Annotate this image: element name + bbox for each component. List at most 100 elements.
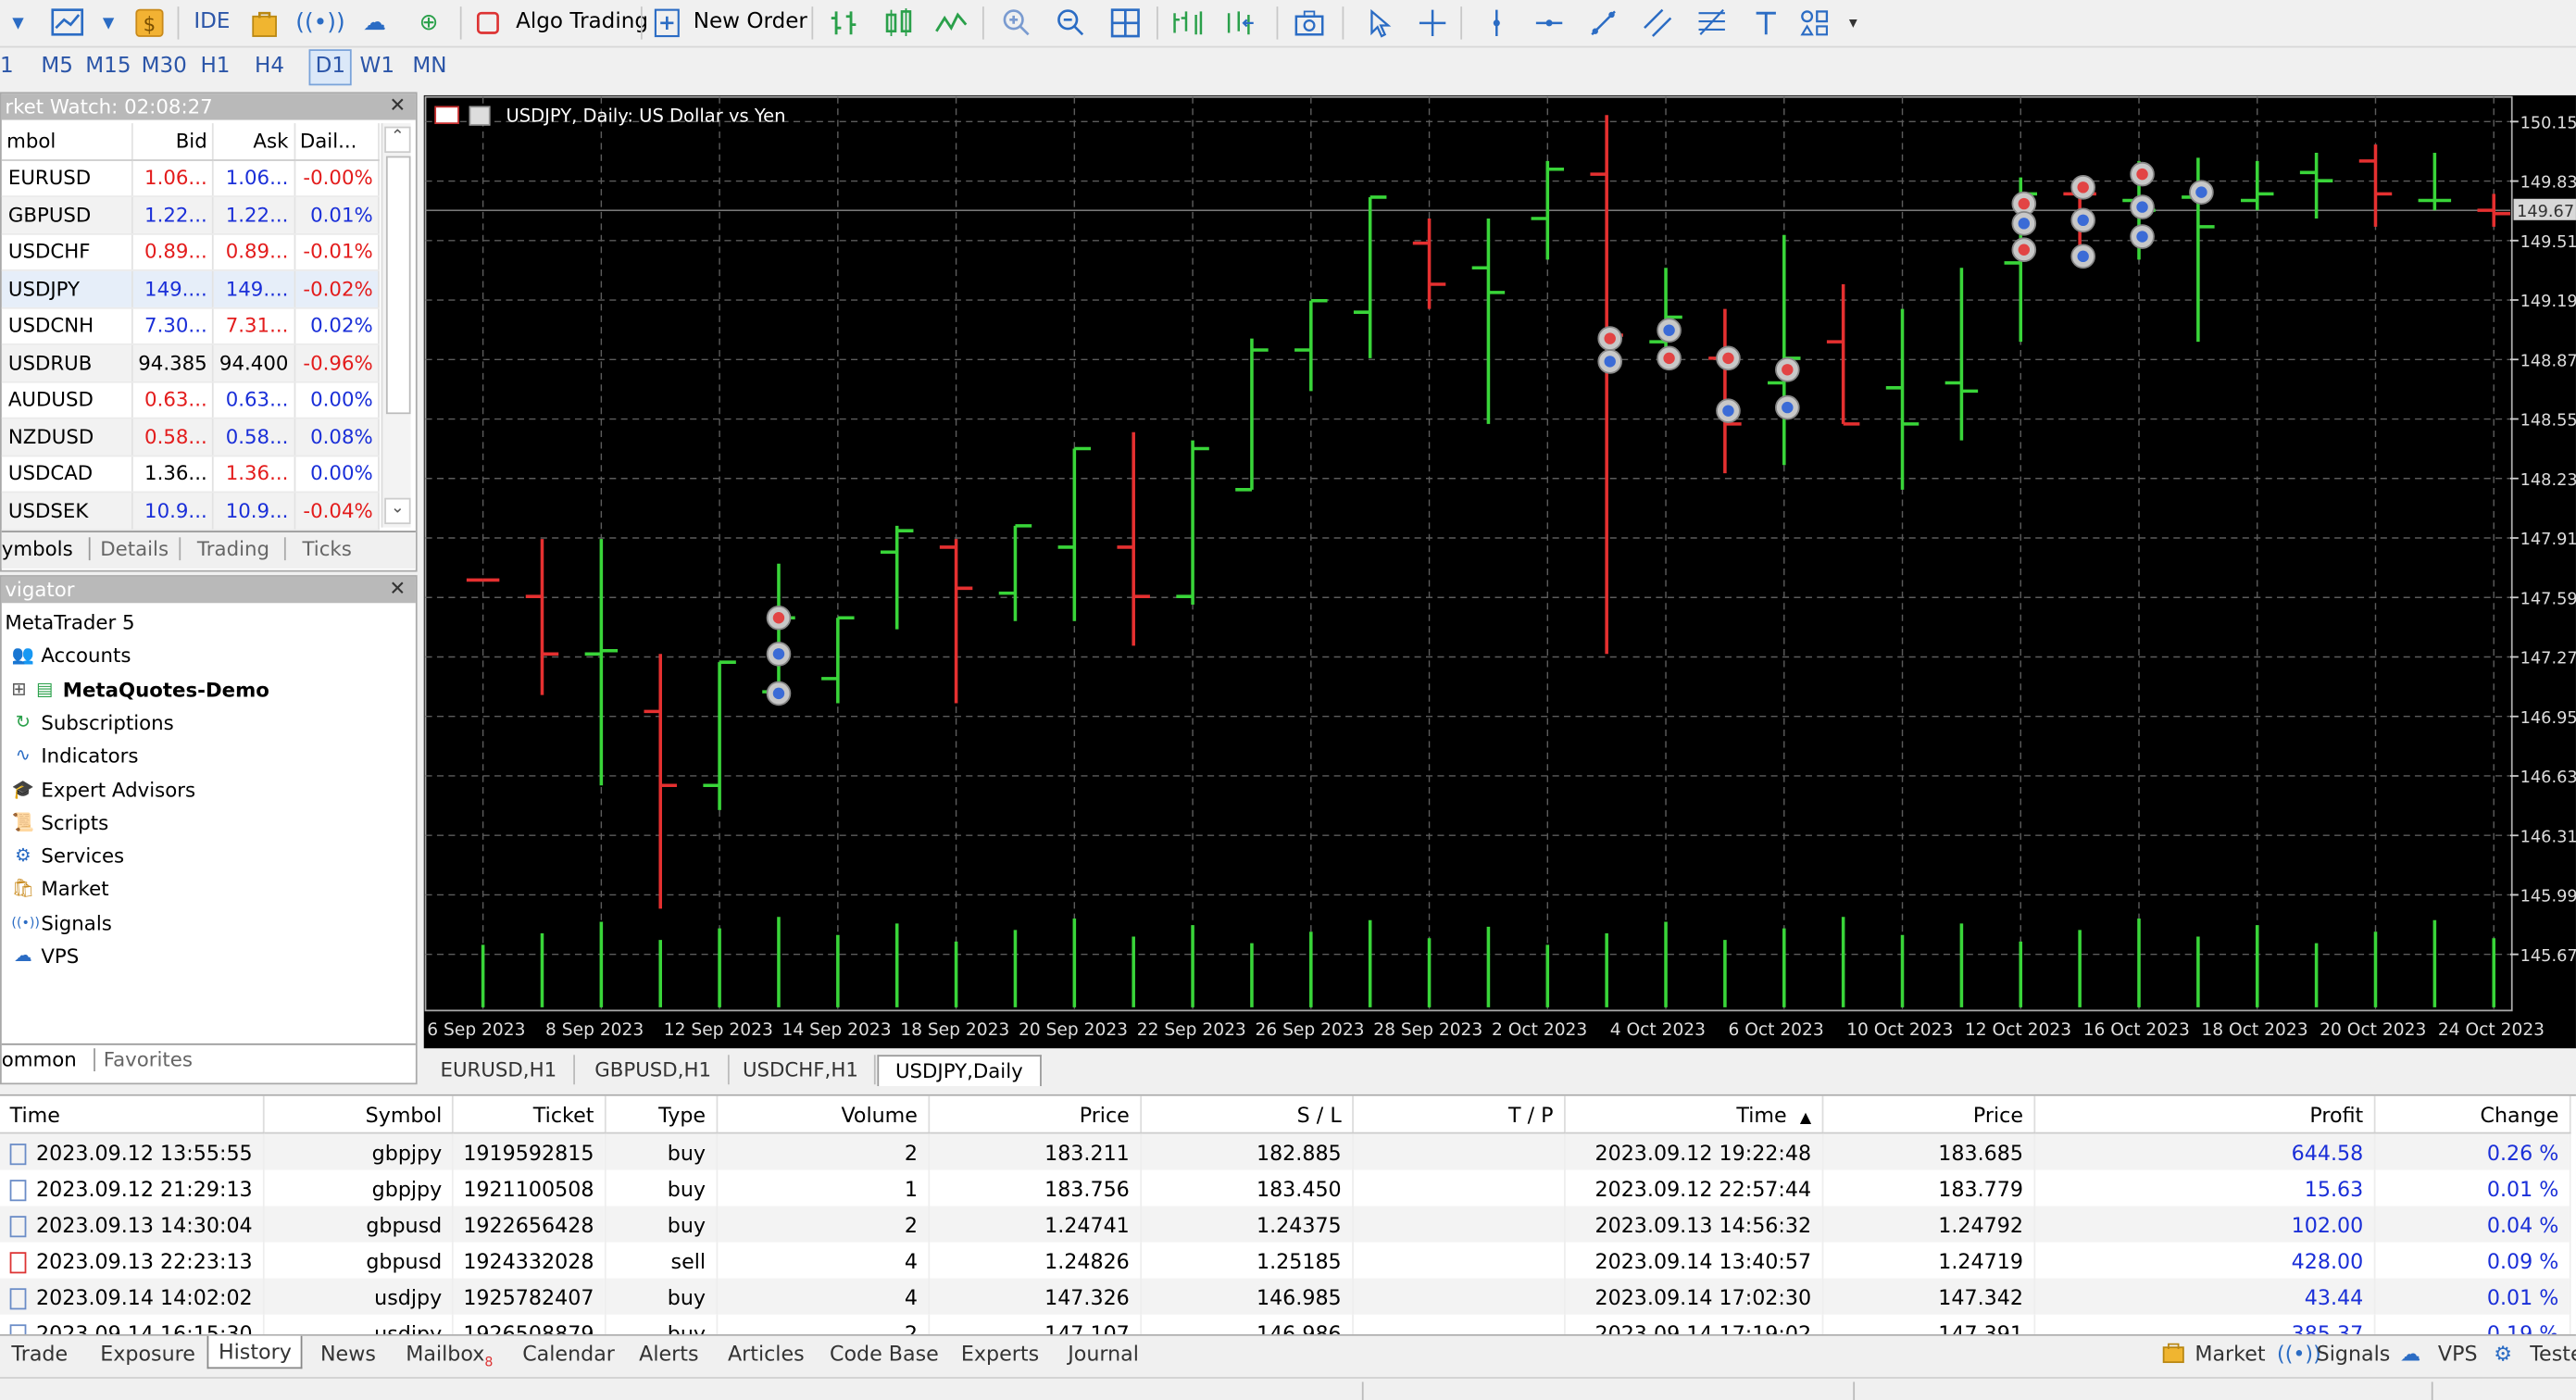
close-icon[interactable]: ✕ [389, 94, 406, 117]
new-order-icon[interactable] [649, 5, 685, 41]
column-header-symbol[interactable]: mbol [1, 123, 133, 161]
navigator-item-services[interactable]: ⚙ Services [11, 840, 124, 872]
table-row[interactable]: 2023.09.12 21:29:13 gbpjpy 1921100508 buy 1 1… [0, 1169, 2570, 1206]
status-market-link[interactable]: Market [2195, 1341, 2265, 1366]
zoom-in-icon[interactable] [999, 5, 1035, 41]
table-row[interactable]: 2023.09.13 22:23:13 gbpusd 1924332028 sell 4… [0, 1242, 2570, 1279]
horizontal-line-icon[interactable] [1532, 5, 1568, 41]
tab-common[interactable]: ommon [2, 1048, 95, 1072]
market-watch-row[interactable]: AUDUSD 0.63... 0.63... 0.00% [1, 381, 380, 419]
dropdown-arrow-icon[interactable]: ▾ [1835, 5, 1871, 41]
price-chart[interactable]: 150.15 149.83 149.51 149.19 148.87 148.55 148.… [423, 94, 2576, 1049]
column-header-tp[interactable]: T / P [1352, 1095, 1565, 1134]
market-watch-row[interactable]: USDRUB 94.385 94.400 -0.96% [1, 344, 380, 382]
dollar-icon[interactable]: $ [131, 5, 168, 41]
scrollbar[interactable]: ⌃ ⌄ [381, 123, 411, 528]
table-row[interactable]: 2023.09.12 13:55:55 gbpjpy 1919592815 buy 2 1… [0, 1132, 2570, 1170]
navigator-item-subscriptions[interactable]: ↻ Subscriptions [11, 706, 174, 739]
cloud-icon[interactable]: ☁ [2400, 1341, 2420, 1366]
dropdown-arrow-icon[interactable]: ▾ [0, 5, 36, 41]
market-bag-icon[interactable] [2162, 1341, 2185, 1369]
timeframe-m5[interactable]: M5 [41, 55, 73, 80]
vertical-line-icon[interactable] [1479, 5, 1515, 41]
tab-exposure[interactable]: Exposure [100, 1341, 195, 1366]
status-signals-link[interactable]: Signals [2317, 1341, 2391, 1366]
navigator-item-signals[interactable]: ((•)) Signals [11, 906, 111, 939]
line-chart-icon[interactable] [933, 5, 969, 41]
dropdown-arrow-icon[interactable]: ▾ [91, 5, 127, 41]
tab-ticks[interactable]: Ticks [283, 537, 352, 561]
table-row[interactable]: 2023.09.14 16:15:30 usdjpy 1926508879 buy 2 1… [0, 1314, 2570, 1336]
navigator-item-vps[interactable]: ☁ VPS [11, 940, 79, 972]
signals-icon[interactable]: ((•)) [2277, 1341, 2321, 1366]
column-header-type[interactable]: Type [604, 1095, 718, 1134]
chart-tab-gbpusd[interactable]: GBPUSD,H1 [579, 1055, 730, 1085]
fibonacci-icon[interactable] [1694, 5, 1730, 41]
new-order-button[interactable]: New Order [694, 10, 807, 35]
column-header-ticket[interactable]: Ticket [452, 1095, 606, 1134]
cloud-icon[interactable]: ☁ [356, 5, 393, 41]
tab-articles[interactable]: Articles [728, 1341, 805, 1366]
trend-line-icon[interactable] [1585, 5, 1621, 41]
column-header-sl[interactable]: S / L [1140, 1095, 1354, 1134]
algo-trading-icon[interactable] [469, 5, 506, 41]
add-globe-icon[interactable]: ⊕ [411, 5, 447, 41]
tab-trading[interactable]: Trading [179, 537, 269, 561]
timeframe-w1[interactable]: W1 [360, 55, 394, 80]
signals-icon[interactable]: ((•)) [295, 5, 344, 41]
tab-code-base[interactable]: Code Base [830, 1341, 939, 1366]
chart-tab-usdjpy[interactable]: USDJPY,Daily [877, 1055, 1042, 1087]
tab-details[interactable]: Details [100, 537, 169, 560]
market-watch-row[interactable]: USDSEK 10.9... 10.9... -0.04% [1, 492, 380, 531]
column-header-price[interactable]: Price [928, 1095, 1142, 1134]
auto-scroll-icon[interactable] [1224, 5, 1260, 41]
expand-icon[interactable]: ⊞ [11, 673, 26, 706]
tab-trade[interactable]: Trade [11, 1341, 68, 1366]
navigator-item-market[interactable]: 🛍 Market [11, 873, 108, 906]
column-header-volume[interactable]: Volume [716, 1095, 930, 1134]
chart-shift-icon[interactable] [1169, 5, 1206, 41]
market-watch-row[interactable]: USDCNH 7.30... 7.31... 0.02% [1, 306, 380, 345]
navigator-item-metaquotes-demo[interactable]: ⊞ ▤ MetaQuotes-Demo [11, 673, 269, 706]
market-watch-row[interactable]: NZDUSD 0.58... 0.58... 0.08% [1, 418, 380, 456]
screenshot-camera-icon[interactable] [1292, 5, 1328, 41]
shapes-icon[interactable] [1797, 5, 1833, 41]
tab-news[interactable]: News [320, 1341, 376, 1366]
ide-button[interactable]: IDE [194, 10, 230, 35]
timeframe-m30[interactable]: M30 [142, 55, 187, 80]
chart-tab-eurusd[interactable]: EURUSD,H1 [424, 1055, 575, 1085]
market-watch-row[interactable]: USDCHF 0.89... 0.89... -0.01% [1, 232, 380, 271]
status-tester-link[interactable]: Teste [2530, 1341, 2576, 1366]
table-row[interactable]: 2023.09.14 14:02:02 usdjpy 1925782407 buy 4 1… [0, 1278, 2570, 1315]
crosshair-icon[interactable] [1415, 5, 1451, 41]
tab-calendar[interactable]: Calendar [522, 1341, 615, 1366]
market-watch-row[interactable]: USDCAD 1.36... 1.36... 0.00% [1, 455, 380, 494]
tab-journal[interactable]: Journal [1068, 1341, 1139, 1366]
column-header-daily[interactable]: Dail... [294, 123, 380, 161]
tab-mailbox[interactable]: Mailbox8 [406, 1341, 493, 1369]
cursor-arrow-icon[interactable] [1362, 5, 1398, 41]
market-watch-row[interactable]: GBPUSD 1.22... 1.22... 0.01% [1, 196, 380, 234]
tab-favorites[interactable]: Favorites [104, 1048, 193, 1071]
navigator-item-indicators[interactable]: ∿ Indicators [11, 740, 139, 772]
timeframe-h1[interactable]: H1 [200, 55, 230, 80]
scroll-up-icon[interactable]: ⌃ [384, 126, 411, 154]
column-header-change[interactable]: Change [2373, 1095, 2570, 1134]
market-bag-icon[interactable] [246, 5, 282, 41]
timeframe-d1[interactable]: D1 [308, 49, 353, 86]
navigator-item-metatrader-5[interactable]: MetaTrader 5 [5, 606, 134, 639]
timeframe-h4[interactable]: H4 [255, 55, 284, 80]
chart-type-icon[interactable] [49, 5, 85, 41]
navigator-item-scripts[interactable]: 📜 Scripts [11, 806, 109, 839]
market-watch-row[interactable]: EURUSD 1.06... 1.06... -0.00% [1, 159, 380, 197]
close-icon[interactable]: ✕ [389, 577, 406, 600]
market-watch-row[interactable]: USDJPY 149.... 149.... -0.02% [1, 269, 380, 308]
tab-alerts[interactable]: Alerts [639, 1341, 698, 1366]
tab-experts[interactable]: Experts [961, 1341, 1039, 1366]
timeframe-mn[interactable]: MN [412, 55, 446, 80]
bar-chart-icon[interactable] [826, 5, 862, 41]
navigator-item-accounts[interactable]: 👥 Accounts [11, 640, 131, 672]
tab-history[interactable]: History [206, 1335, 304, 1369]
scroll-thumb[interactable] [385, 156, 411, 415]
algo-trading-button[interactable]: Algo Trading [516, 10, 648, 35]
